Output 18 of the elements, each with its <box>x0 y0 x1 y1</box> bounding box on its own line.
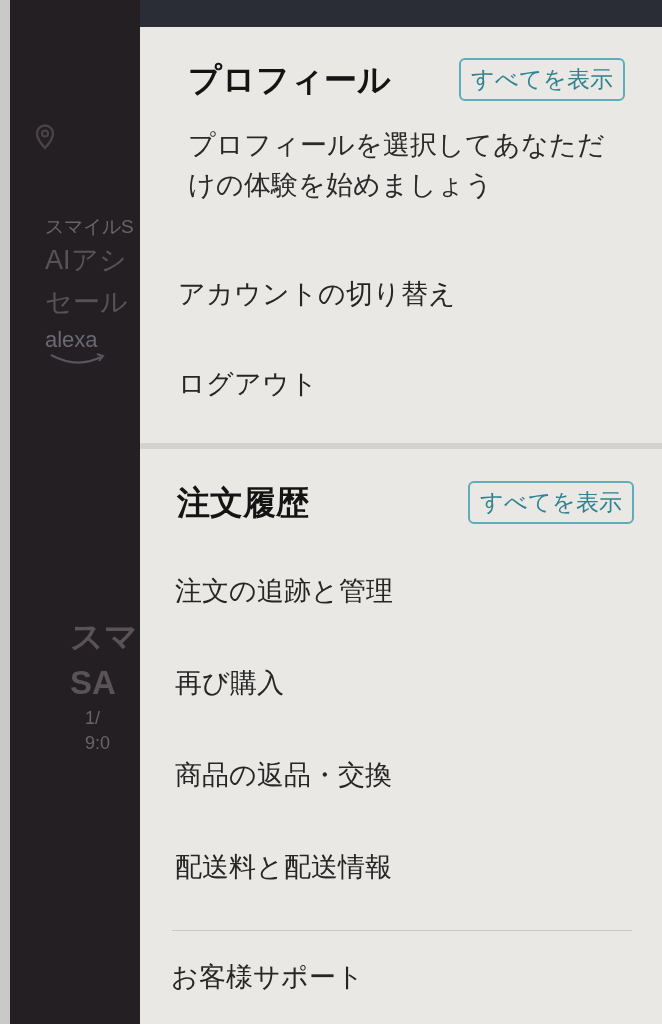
smile-curve-icon <box>49 353 107 365</box>
see-all-button[interactable]: すべてを表示 <box>468 481 634 524</box>
promo-label: スマイルS <box>45 215 134 239</box>
see-all-button[interactable]: すべてを表示 <box>459 58 625 101</box>
menu-item[interactable]: 再び購入 <box>140 637 662 729</box>
section-title: プロフィール <box>188 59 391 100</box>
menu-item[interactable]: アカウントの切り替え <box>140 249 662 339</box>
menu-item[interactable]: 商品の返品・交換 <box>140 729 662 821</box>
menu-item[interactable]: 配送料と配送情報 <box>140 821 662 913</box>
logo-text: alexa <box>45 327 98 353</box>
promo-label: 9:0 <box>85 732 111 755</box>
section-title: 注文履歴 <box>177 482 309 523</box>
location-pin-icon <box>35 124 55 150</box>
menu-item[interactable]: ログアウト <box>140 339 662 429</box>
section-description: プロフィールを選択してあなただけの体験を始めましょう <box>188 129 606 202</box>
menu-item[interactable]: 注文の追跡と管理 <box>140 545 662 637</box>
menu-item[interactable]: お客様サポート <box>140 931 662 1023</box>
promo-label: 1/ <box>85 707 100 730</box>
